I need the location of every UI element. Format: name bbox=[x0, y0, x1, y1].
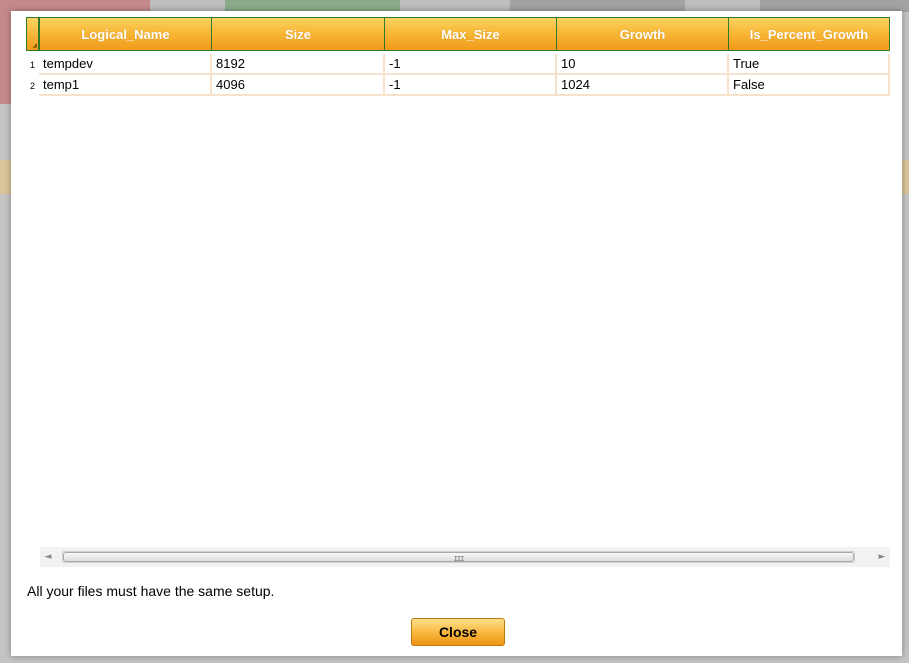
select-all-icon: ◢ bbox=[32, 42, 37, 49]
cell-max-size[interactable]: -1 bbox=[385, 54, 557, 75]
grid-header-row: ◢ Logical_Name Size Max_Size Growth Is_P… bbox=[26, 17, 890, 53]
table-row[interactable]: 1 tempdev 8192 -1 10 True bbox=[26, 54, 890, 75]
scrollbar-thumb[interactable]: III bbox=[63, 552, 854, 563]
grip-icon: III bbox=[453, 555, 465, 563]
file-setup-dialog: ◢ Logical_Name Size Max_Size Growth Is_P… bbox=[11, 11, 902, 656]
cell-growth[interactable]: 1024 bbox=[557, 75, 729, 96]
info-message: All your files must have the same setup. bbox=[27, 583, 275, 599]
cell-logical-name[interactable]: tempdev bbox=[39, 54, 212, 75]
cell-logical-name[interactable]: temp1 bbox=[39, 75, 212, 96]
horizontal-scrollbar[interactable]: ◄ III ► bbox=[40, 547, 890, 567]
cell-size[interactable]: 4096 bbox=[212, 75, 385, 96]
data-grid[interactable]: ◢ Logical_Name Size Max_Size Growth Is_P… bbox=[26, 17, 890, 547]
table-row[interactable]: 2 temp1 4096 -1 1024 False bbox=[26, 75, 890, 96]
chevron-left-icon[interactable]: ◄ bbox=[40, 547, 56, 567]
column-header-size[interactable]: Size bbox=[211, 17, 385, 51]
cell-growth[interactable]: 10 bbox=[557, 54, 729, 75]
cell-size[interactable]: 8192 bbox=[212, 54, 385, 75]
cell-max-size[interactable]: -1 bbox=[385, 75, 557, 96]
column-header-logical-name[interactable]: Logical_Name bbox=[39, 17, 212, 51]
row-number: 2 bbox=[29, 80, 35, 91]
chevron-right-icon[interactable]: ► bbox=[874, 547, 890, 567]
select-all-corner[interactable]: ◢ bbox=[26, 17, 39, 51]
background-band bbox=[0, 12, 11, 104]
cell-is-percent-growth[interactable]: True bbox=[729, 54, 890, 75]
close-button[interactable]: Close bbox=[411, 618, 505, 646]
row-number: 1 bbox=[29, 59, 35, 70]
cell-is-percent-growth[interactable]: False bbox=[729, 75, 890, 96]
column-header-growth[interactable]: Growth bbox=[556, 17, 729, 51]
column-header-max-size[interactable]: Max_Size bbox=[384, 17, 557, 51]
scrollbar-track[interactable]: III bbox=[62, 551, 855, 563]
column-header-is-percent-growth[interactable]: Is_Percent_Growth bbox=[728, 17, 890, 51]
